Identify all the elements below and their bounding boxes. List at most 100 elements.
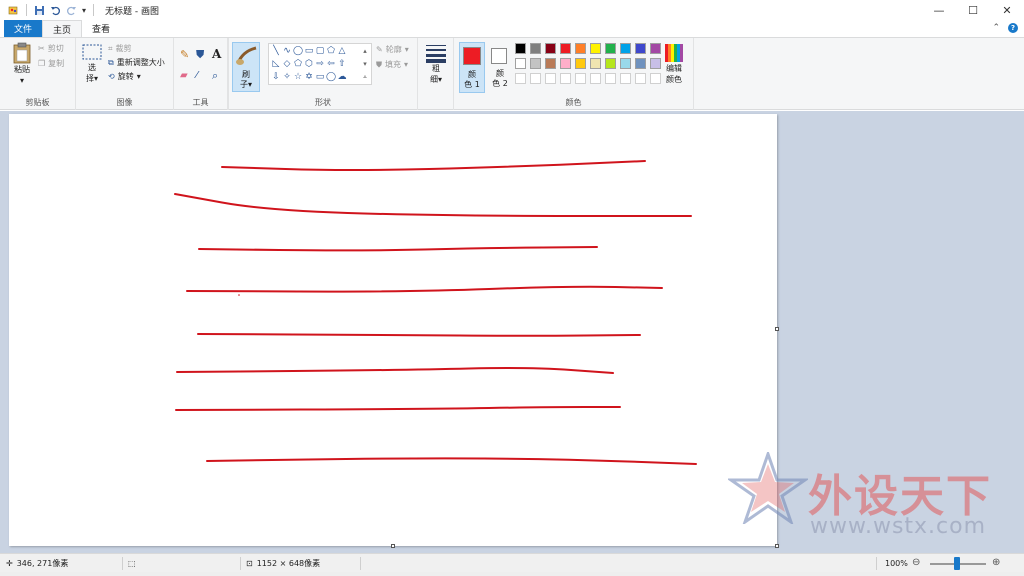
palette-swatch[interactable] bbox=[575, 58, 586, 69]
save-icon[interactable] bbox=[34, 5, 45, 16]
palette-swatch[interactable] bbox=[545, 58, 556, 69]
shapes-more-icon[interactable]: ⩡ bbox=[360, 72, 370, 82]
close-button[interactable]: ✕ bbox=[990, 0, 1024, 20]
zoom-in-icon[interactable]: ⊕ bbox=[992, 557, 1000, 568]
edit-colors-button[interactable]: 编辑 颜色 bbox=[660, 43, 688, 85]
palette-swatch[interactable] bbox=[650, 58, 661, 69]
palette-swatch[interactable] bbox=[545, 43, 556, 54]
palette-swatch[interactable] bbox=[590, 58, 601, 69]
minimize-button[interactable]: — bbox=[922, 0, 956, 20]
palette-swatch[interactable] bbox=[560, 58, 571, 69]
line-shape-icon[interactable]: ╲ bbox=[271, 46, 281, 56]
six-point-star-shape-icon[interactable]: ✡ bbox=[304, 72, 314, 82]
color2-button[interactable]: 颜 色 2 bbox=[487, 42, 513, 93]
resize-handle-corner[interactable] bbox=[775, 544, 779, 548]
pencil-icon[interactable]: ✎ bbox=[180, 48, 189, 61]
tab-home[interactable]: 主页 bbox=[42, 20, 83, 37]
palette-empty-slot[interactable] bbox=[635, 73, 646, 84]
select-button[interactable]: 选 择▾ bbox=[80, 44, 104, 84]
magnifier-icon[interactable]: ⌕ bbox=[212, 69, 218, 83]
palette-empty-slot[interactable] bbox=[545, 73, 556, 84]
paste-button[interactable]: 粘贴 ▾ bbox=[8, 42, 36, 86]
palette-swatch[interactable] bbox=[620, 43, 631, 54]
redo-icon[interactable] bbox=[66, 5, 77, 16]
palette-empty-slot[interactable] bbox=[575, 73, 586, 84]
palette-empty-slot[interactable] bbox=[530, 73, 541, 84]
size-button[interactable]: 粗 细▾ bbox=[423, 43, 449, 85]
select-dropdown-icon[interactable]: ▾ bbox=[94, 74, 98, 83]
left-arrow-shape-icon[interactable]: ⇦ bbox=[326, 59, 336, 69]
five-point-star-shape-icon[interactable]: ☆ bbox=[293, 72, 303, 82]
palette-empty-slot[interactable] bbox=[590, 73, 601, 84]
oval-shape-icon[interactable]: ◯ bbox=[293, 46, 303, 56]
rotate-button[interactable]: ⟲ 旋转 ▾ bbox=[108, 71, 141, 82]
palette-swatch[interactable] bbox=[515, 43, 526, 54]
palette-swatch[interactable] bbox=[530, 58, 541, 69]
color1-label-1: 颜 bbox=[468, 70, 476, 79]
resize-button[interactable]: ⧉ 重新调整大小 bbox=[108, 57, 165, 68]
palette-empty-slot[interactable] bbox=[650, 73, 661, 84]
size-dropdown-icon[interactable]: ▾ bbox=[438, 75, 442, 84]
palette-swatch[interactable] bbox=[530, 43, 541, 54]
pentagon-shape-icon[interactable]: ⬠ bbox=[293, 59, 303, 69]
up-arrow-shape-icon[interactable]: ⇧ bbox=[337, 59, 347, 69]
outline-dropdown-icon[interactable]: ▾ bbox=[405, 45, 409, 54]
outline-button[interactable]: ✎ 轮廓 ▾ bbox=[376, 44, 409, 55]
tab-file[interactable]: 文件 bbox=[4, 20, 43, 37]
palette-swatch[interactable] bbox=[590, 43, 601, 54]
down-arrow-shape-icon[interactable]: ⇩ bbox=[271, 72, 281, 82]
rounded-rectangle-shape-icon[interactable]: ▢ bbox=[315, 46, 325, 56]
triangle-shape-icon[interactable]: △ bbox=[337, 46, 347, 56]
cloud-callout-shape-icon[interactable]: ☁ bbox=[337, 72, 347, 82]
zoom-out-icon[interactable]: ⊖ bbox=[912, 557, 920, 568]
size-group: 粗 细▾ bbox=[418, 38, 454, 110]
rotate-dropdown-icon[interactable]: ▾ bbox=[137, 72, 141, 81]
fill-button[interactable]: ⛊ 填充 ▾ bbox=[376, 59, 408, 70]
color-picker-icon[interactable]: ⁄ bbox=[196, 70, 198, 81]
diamond-shape-icon[interactable]: ◇ bbox=[282, 59, 292, 69]
palette-swatch[interactable] bbox=[575, 43, 586, 54]
rounded-callout-shape-icon[interactable]: ▭ bbox=[315, 72, 325, 82]
help-icon[interactable]: ? bbox=[1008, 23, 1018, 33]
palette-empty-slot[interactable] bbox=[560, 73, 571, 84]
copy-button[interactable]: ❐ 复制 bbox=[38, 58, 64, 69]
drawing-canvas[interactable] bbox=[9, 114, 777, 546]
palette-swatch[interactable] bbox=[620, 58, 631, 69]
palette-swatch[interactable] bbox=[635, 58, 646, 69]
tab-view[interactable]: 查看 bbox=[82, 20, 120, 37]
palette-empty-slot[interactable] bbox=[605, 73, 616, 84]
maximize-button[interactable]: ☐ bbox=[956, 0, 990, 20]
color1-button[interactable]: 颜 色 1 bbox=[459, 42, 485, 93]
resize-handle-bottom[interactable] bbox=[391, 544, 395, 548]
rectangle-shape-icon[interactable]: ▭ bbox=[304, 46, 314, 56]
palette-swatch[interactable] bbox=[560, 43, 571, 54]
collapse-ribbon-icon[interactable]: ⌃ bbox=[992, 23, 1000, 33]
palette-swatch[interactable] bbox=[605, 58, 616, 69]
palette-empty-slot[interactable] bbox=[620, 73, 631, 84]
curve-shape-icon[interactable]: ∿ bbox=[282, 46, 292, 56]
palette-swatch[interactable] bbox=[650, 43, 661, 54]
palette-empty-slot[interactable] bbox=[515, 73, 526, 84]
paste-dropdown-icon[interactable]: ▾ bbox=[20, 75, 24, 86]
zoom-slider-thumb[interactable] bbox=[954, 557, 960, 570]
shapes-scroll-up-icon[interactable]: ▴ bbox=[360, 46, 370, 56]
palette-swatch[interactable] bbox=[515, 58, 526, 69]
palette-swatch[interactable] bbox=[605, 43, 616, 54]
shapes-scroll-down-icon[interactable]: ▾ bbox=[360, 59, 370, 69]
fill-dropdown-icon[interactable]: ▾ bbox=[404, 60, 408, 69]
palette-swatch[interactable] bbox=[635, 43, 646, 54]
undo-icon[interactable] bbox=[50, 5, 61, 16]
resize-handle-right[interactable] bbox=[775, 327, 779, 331]
cut-button[interactable]: ✂ 剪切 bbox=[38, 43, 64, 54]
right-arrow-shape-icon[interactable]: ⇨ bbox=[315, 59, 325, 69]
crop-button[interactable]: ⌗ 裁剪 bbox=[108, 43, 132, 54]
customize-qat-icon[interactable]: ▾ bbox=[82, 6, 86, 15]
hexagon-shape-icon[interactable]: ⬡ bbox=[304, 59, 314, 69]
four-point-star-shape-icon[interactable]: ✧ bbox=[282, 72, 292, 82]
right-triangle-shape-icon[interactable]: ◺ bbox=[271, 59, 281, 69]
fill-bucket-icon[interactable]: ⛊ bbox=[196, 48, 204, 62]
oval-callout-shape-icon[interactable]: ◯ bbox=[326, 72, 336, 82]
text-tool-icon[interactable]: A bbox=[212, 47, 221, 61]
eraser-icon[interactable]: ▰ bbox=[180, 70, 188, 81]
polygon-shape-icon[interactable]: ⬠ bbox=[326, 46, 336, 56]
